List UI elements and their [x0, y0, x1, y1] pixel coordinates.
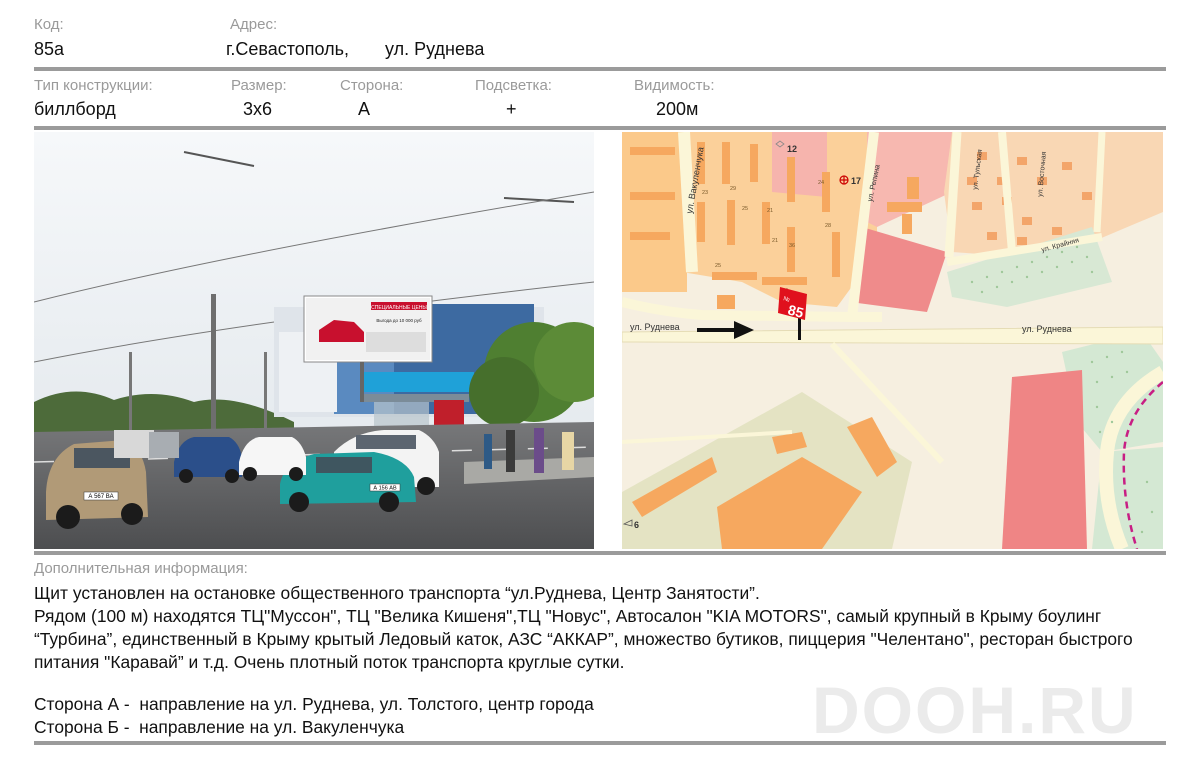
house-number: 21 [767, 208, 773, 214]
additional-info-label: Дополнительная информация: [34, 560, 248, 577]
location-photo: СПЕЦИАЛЬНЫЕ ЦЕНЫ Выгода до 10 000 руб А … [34, 132, 594, 549]
side-label: Сторона: [340, 77, 404, 94]
svg-text:17: 17 [851, 176, 861, 186]
side-value: А [358, 99, 371, 119]
watermark-logo: DOOH.RU [812, 673, 1138, 747]
house-number: 29 [730, 186, 736, 192]
billboard-price: Выгода до 10 000 руб [376, 318, 422, 323]
map-street-rudneva-left: ул. Руднева [630, 322, 680, 332]
street-photo-illustration: СПЕЦИАЛЬНЫЕ ЦЕНЫ Выгода до 10 000 руб А … [34, 132, 594, 549]
car-white-compact [239, 437, 306, 481]
divider-bottom [34, 741, 1166, 745]
code-label: Код: [34, 16, 64, 33]
address-label: Адрес: [230, 16, 278, 33]
code-value: 85а [34, 39, 65, 59]
info-paragraph-2: Рядом (100 м) находятся ТЦ"Муссон", ТЦ "… [34, 606, 1133, 672]
plate-beige-suv: А 567 ВА [88, 494, 113, 500]
visibility-label: Видимость: [634, 77, 715, 94]
lighting-label: Подсветка: [475, 77, 552, 94]
plate-teal-hatchback: А 156 АВ [373, 486, 397, 492]
visibility-value: 200м [656, 99, 699, 119]
additional-info-text: Щит установлен на остановке общественног… [34, 582, 1174, 674]
side-directions: Сторона А - направление на ул. Руднева, … [34, 693, 594, 739]
type-label: Тип конструкции: [34, 77, 153, 94]
svg-text:6: 6 [634, 520, 639, 530]
divider-media [34, 551, 1166, 555]
car-blue-sedan [174, 437, 242, 483]
location-map: ул. Руднева ул. Руднева ул. Вакуленчука … [622, 132, 1163, 549]
size-label: Размер: [231, 77, 287, 94]
address-city: г.Севастополь, [226, 39, 350, 59]
house-number: 25 [715, 263, 721, 269]
side-a-direction: Сторона А - направление на ул. Руднева, … [34, 694, 594, 714]
house-number: 21 [772, 238, 778, 244]
type-value: биллборд [34, 99, 116, 119]
divider-specs [34, 126, 1166, 130]
lighting-value: + [506, 99, 517, 119]
svg-text:12: 12 [787, 144, 797, 154]
house-number: 24 [818, 180, 824, 186]
map-illustration: ул. Руднева ул. Руднева ул. Вакуленчука … [622, 132, 1163, 549]
side-b-direction: Сторона Б - направление на ул. Вакуленчу… [34, 717, 405, 737]
house-number: 25 [742, 206, 748, 212]
map-street-rudneva-right: ул. Руднева [1022, 324, 1072, 334]
divider-top [34, 67, 1166, 71]
house-number: 23 [702, 190, 708, 196]
size-value: 3х6 [243, 99, 273, 119]
info-paragraph-1: Щит установлен на остановке общественног… [34, 583, 760, 603]
billboard-caption: СПЕЦИАЛЬНЫЕ ЦЕНЫ [371, 305, 427, 311]
address-street: ул. Руднева [385, 39, 485, 59]
house-number: 36 [789, 243, 795, 249]
house-number: 28 [825, 223, 831, 229]
